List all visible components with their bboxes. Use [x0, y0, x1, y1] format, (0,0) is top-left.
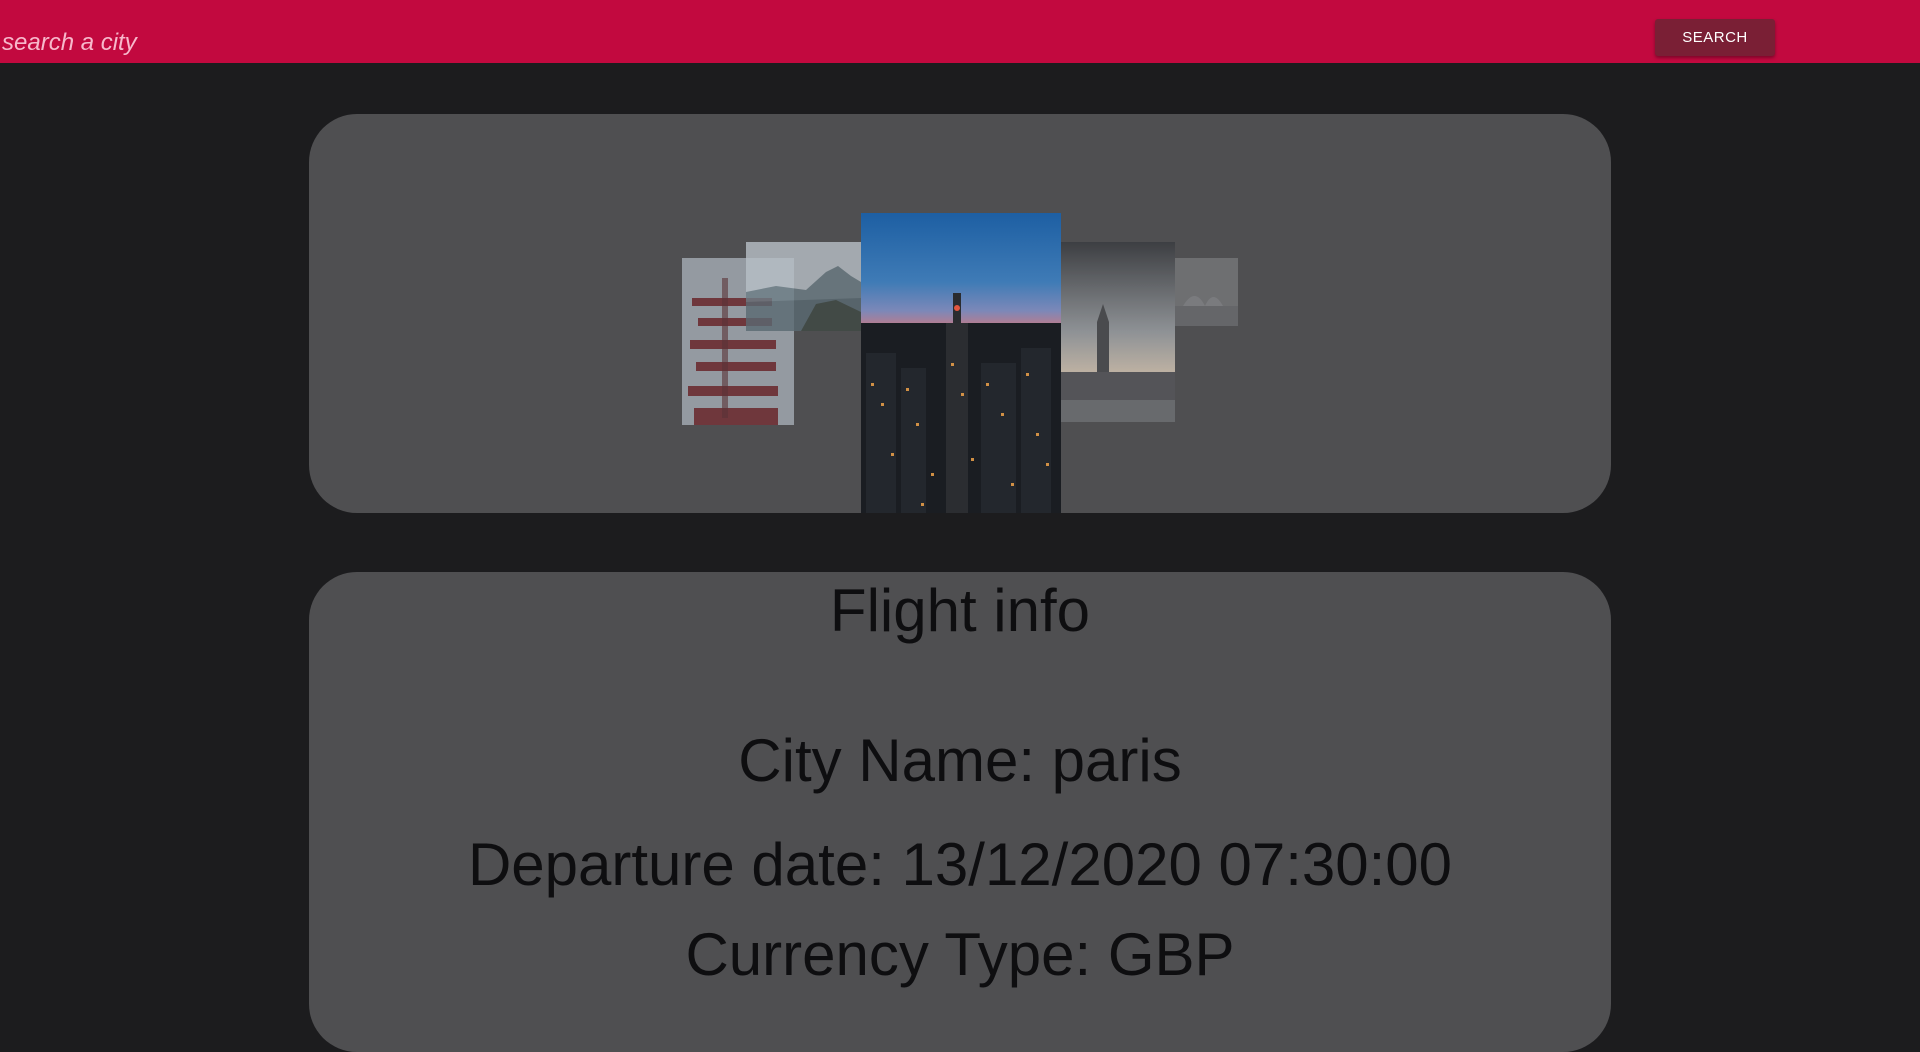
carousel-slide-sydney-opera[interactable] [1175, 258, 1238, 326]
departure-date-text: Departure date: 13/12/2020 07:30:00 [467, 831, 1453, 898]
search-input[interactable] [0, 22, 602, 64]
currency-type-text: Currency Type: GBP [685, 921, 1235, 988]
flight-info-title: Flight info [829, 577, 1091, 644]
city-name-text: City Name: paris [738, 727, 1182, 794]
header-bar: SEARCH [0, 0, 1920, 64]
search-button[interactable]: SEARCH [1655, 19, 1775, 56]
carousel-slide-big-ben[interactable] [1061, 242, 1175, 422]
carousel-slide-new-york-skyline[interactable] [861, 213, 1061, 513]
carousel-slide-mountain-coast[interactable] [746, 242, 861, 331]
